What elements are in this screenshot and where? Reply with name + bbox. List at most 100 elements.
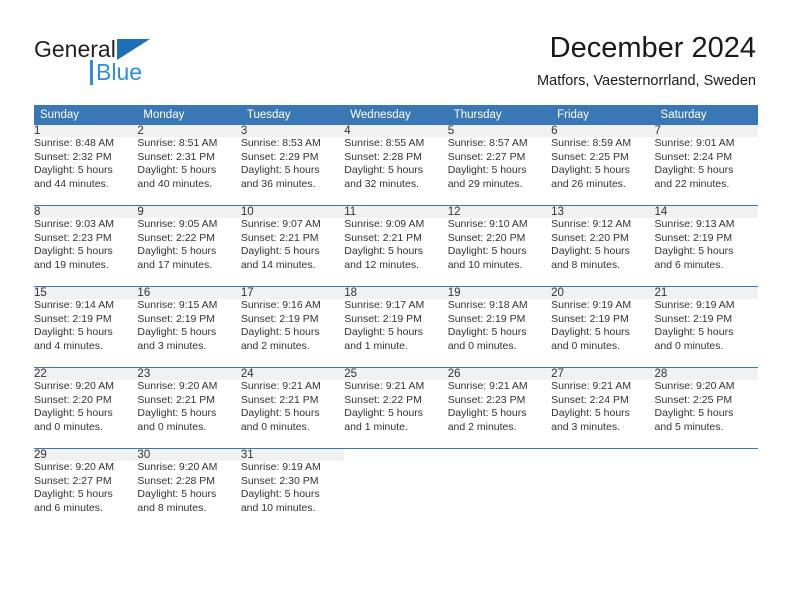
brand-logo[interactable]: General Blue	[34, 36, 264, 88]
day-number[interactable]: 5	[447, 125, 552, 137]
day-number-empty	[344, 449, 448, 461]
day-number[interactable]: 1	[34, 125, 138, 137]
day-cell[interactable]: Sunrise: 9:21 AM Sunset: 2:24 PM Daylight:…	[551, 380, 654, 449]
day-sunset-text: Sunset: 2:21 PM	[344, 231, 422, 244]
day-cell[interactable]: Sunrise: 9:09 AM Sunset: 2:21 PM Daylight:…	[344, 218, 447, 287]
day-sunrise-text: Sunrise: 9:13 AM	[654, 218, 735, 230]
day-number[interactable]: 14	[654, 206, 758, 218]
day-cell[interactable]: Sunrise: 9:03 AM Sunset: 2:23 PM Daylight:…	[34, 218, 137, 287]
day-number[interactable]: 20	[551, 287, 655, 299]
day-daylight-text: and 3 minutes.	[137, 339, 207, 352]
day-cell[interactable]: Sunrise: 8:55 AM Sunset: 2:28 PM Daylight:…	[344, 137, 447, 206]
day-daylight-text: Daylight: 5 hours	[344, 407, 424, 420]
day-cell[interactable]: Sunrise: 9:17 AM Sunset: 2:19 PM Daylight:…	[344, 299, 447, 368]
day-detail-row: Sunrise: 9:03 AM Sunset: 2:23 PM Daylight:…	[34, 218, 758, 287]
day-number[interactable]: 24	[240, 368, 345, 380]
day-number[interactable]: 2	[137, 125, 241, 137]
day-sunset-text: Sunset: 2:27 PM	[447, 150, 526, 163]
day-number[interactable]: 4	[344, 125, 448, 137]
day-cell[interactable]: Sunrise: 9:05 AM Sunset: 2:22 PM Daylight:…	[137, 218, 240, 287]
day-sunset-text: Sunset: 2:21 PM	[240, 231, 319, 244]
day-cell[interactable]: Sunrise: 9:13 AM Sunset: 2:19 PM Daylight:…	[655, 218, 758, 287]
day-number[interactable]: 27	[551, 368, 655, 380]
day-number-empty	[447, 449, 552, 461]
day-number[interactable]: 10	[240, 206, 345, 218]
day-cell[interactable]: Sunrise: 9:19 AM Sunset: 2:19 PM Daylight:…	[551, 299, 654, 368]
day-cell[interactable]: Sunrise: 9:18 AM Sunset: 2:19 PM Daylight:…	[448, 299, 551, 368]
day-number[interactable]: 12	[447, 206, 552, 218]
day-number[interactable]: 9	[137, 206, 241, 218]
day-number[interactable]: 11	[344, 206, 448, 218]
day-cell[interactable]: Sunrise: 8:57 AM Sunset: 2:27 PM Daylight:…	[448, 137, 551, 206]
weekday-header-tuesday: Tuesday	[240, 105, 345, 125]
weekday-header-friday: Friday	[551, 105, 655, 125]
day-number[interactable]: 28	[654, 368, 758, 380]
day-cell[interactable]: Sunrise: 9:21 AM Sunset: 2:23 PM Daylight:…	[448, 380, 551, 449]
day-cell[interactable]: Sunrise: 9:12 AM Sunset: 2:20 PM Daylight:…	[551, 218, 654, 287]
day-number[interactable]: 3	[240, 125, 345, 137]
day-sunrise-text: Sunrise: 8:48 AM	[34, 137, 114, 149]
day-cell[interactable]: Sunrise: 9:07 AM Sunset: 2:21 PM Daylight:…	[241, 218, 344, 287]
day-number[interactable]: 13	[551, 206, 655, 218]
day-number[interactable]: 6	[551, 125, 655, 137]
day-daylight-text: Daylight: 5 hours	[447, 164, 527, 177]
day-number[interactable]: 29	[34, 449, 138, 461]
day-sunset-text: Sunset: 2:22 PM	[137, 231, 216, 244]
day-sunrise-text: Sunrise: 8:53 AM	[240, 137, 321, 149]
day-cell[interactable]: Sunrise: 9:20 AM Sunset: 2:20 PM Daylight:…	[34, 380, 137, 449]
day-number[interactable]: 23	[137, 368, 241, 380]
day-number[interactable]: 22	[34, 368, 138, 380]
day-cell[interactable]: Sunrise: 8:53 AM Sunset: 2:29 PM Daylight:…	[241, 137, 344, 206]
day-daylight-text: Daylight: 5 hours	[654, 407, 734, 420]
day-sunset-text: Sunset: 2:19 PM	[654, 312, 733, 325]
day-cell[interactable]: Sunrise: 8:48 AM Sunset: 2:32 PM Daylight:…	[34, 137, 137, 206]
day-sunset-text: Sunset: 2:19 PM	[34, 312, 112, 325]
day-daylight-text: and 22 minutes.	[654, 177, 730, 190]
day-daylight-text: Daylight: 5 hours	[344, 164, 424, 177]
day-cell[interactable]: Sunrise: 9:01 AM Sunset: 2:24 PM Daylight:…	[655, 137, 758, 206]
day-number[interactable]: 18	[344, 287, 448, 299]
day-daylight-text: and 36 minutes.	[240, 177, 316, 190]
day-number-row: 1234567	[34, 125, 758, 137]
day-cell[interactable]: Sunrise: 9:14 AM Sunset: 2:19 PM Daylight:…	[34, 299, 137, 368]
day-number[interactable]: 26	[447, 368, 552, 380]
day-cell[interactable]: Sunrise: 9:16 AM Sunset: 2:19 PM Daylight:…	[241, 299, 344, 368]
day-cell[interactable]: Sunrise: 9:21 AM Sunset: 2:21 PM Daylight:…	[241, 380, 344, 449]
day-cell[interactable]: Sunrise: 9:21 AM Sunset: 2:22 PM Daylight:…	[344, 380, 447, 449]
day-sunrise-text: Sunrise: 9:16 AM	[240, 299, 321, 311]
day-sunrise-text: Sunrise: 9:20 AM	[137, 461, 218, 473]
day-cell[interactable]: Sunrise: 9:20 AM Sunset: 2:27 PM Daylight:…	[34, 461, 137, 529]
day-cell[interactable]: Sunrise: 8:59 AM Sunset: 2:25 PM Daylight:…	[551, 137, 654, 206]
day-daylight-text: Daylight: 5 hours	[551, 245, 630, 258]
day-daylight-text: and 40 minutes.	[137, 177, 213, 190]
day-number[interactable]: 25	[344, 368, 448, 380]
day-cell[interactable]: Sunrise: 9:20 AM Sunset: 2:21 PM Daylight:…	[137, 380, 240, 449]
day-daylight-text: and 0 minutes.	[551, 339, 620, 352]
day-cell[interactable]: Sunrise: 9:10 AM Sunset: 2:20 PM Daylight:…	[448, 218, 551, 287]
day-cell[interactable]: Sunrise: 9:19 AM Sunset: 2:19 PM Daylight:…	[655, 299, 758, 368]
page-title: December 2024	[549, 32, 756, 64]
day-cell-empty	[344, 461, 447, 529]
day-number[interactable]: 7	[654, 125, 758, 137]
day-number[interactable]: 19	[447, 287, 552, 299]
day-daylight-text: and 8 minutes.	[137, 501, 207, 514]
day-number[interactable]: 8	[34, 206, 138, 218]
day-number[interactable]: 17	[240, 287, 345, 299]
day-daylight-text: Daylight: 5 hours	[137, 326, 217, 339]
day-number[interactable]: 21	[654, 287, 758, 299]
day-number[interactable]: 15	[34, 287, 138, 299]
day-cell[interactable]: Sunrise: 9:20 AM Sunset: 2:28 PM Daylight:…	[137, 461, 240, 529]
day-sunrise-text: Sunrise: 9:19 AM	[654, 299, 735, 311]
day-number[interactable]: 16	[137, 287, 241, 299]
day-daylight-text: and 4 minutes.	[34, 339, 103, 352]
day-cell[interactable]: Sunrise: 8:51 AM Sunset: 2:31 PM Daylight:…	[137, 137, 240, 206]
day-number[interactable]: 31	[240, 449, 345, 461]
day-daylight-text: Daylight: 5 hours	[344, 245, 424, 258]
day-number[interactable]: 30	[137, 449, 241, 461]
day-sunset-text: Sunset: 2:23 PM	[34, 231, 112, 244]
day-sunrise-text: Sunrise: 9:01 AM	[654, 137, 735, 149]
day-cell[interactable]: Sunrise: 9:15 AM Sunset: 2:19 PM Daylight:…	[137, 299, 240, 368]
day-daylight-text: Daylight: 5 hours	[240, 407, 320, 420]
day-cell[interactable]: Sunrise: 9:19 AM Sunset: 2:30 PM Daylight:…	[241, 461, 344, 529]
day-cell[interactable]: Sunrise: 9:20 AM Sunset: 2:25 PM Daylight:…	[655, 380, 758, 449]
